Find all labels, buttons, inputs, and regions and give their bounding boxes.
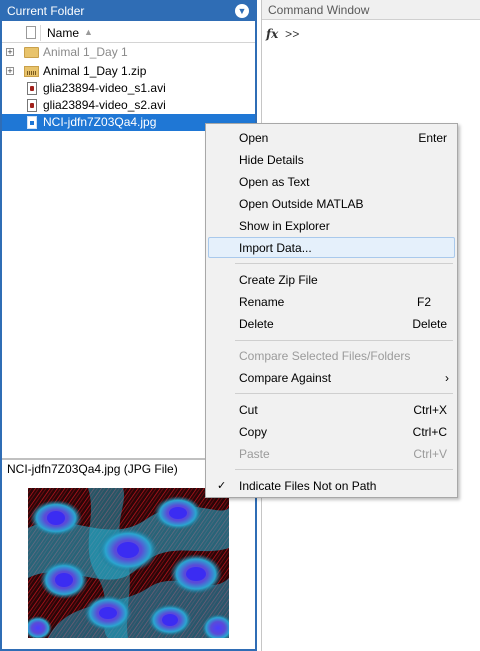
menu-item-label: Indicate Files Not on Path [239, 479, 377, 493]
menu-item-label: Open [239, 131, 269, 145]
menu-item-label: Show in Explorer [239, 219, 330, 233]
menu-item-shortcut: Enter [418, 131, 447, 145]
menu-item-indicate-files-not-on-path[interactable]: ✓ Indicate Files Not on Path [208, 476, 455, 497]
menu-separator [235, 393, 453, 394]
expand-plus-icon[interactable]: + [6, 48, 14, 57]
file-type-column-icon[interactable] [26, 26, 36, 39]
image-file-icon [27, 116, 37, 129]
menu-item-shortcut: Ctrl+X [413, 403, 447, 417]
file-name: glia23894-video_s1.avi [43, 81, 166, 95]
menu-item-label: Open as Text [239, 175, 310, 189]
image-preview [28, 488, 229, 638]
menu-item-open[interactable]: Open Enter [208, 128, 455, 149]
menu-item-cut[interactable]: Cut Ctrl+X [208, 400, 455, 421]
file-name: Animal 1_Day 1 [43, 45, 128, 59]
current-folder-title: Current Folder [7, 4, 85, 18]
menu-item-label: Delete [239, 317, 274, 331]
file-row-animal-folder[interactable]: + Animal 1_Day 1 [2, 44, 255, 61]
file-name: NCI-jdfn7Z03Qa4.jpg [43, 115, 157, 129]
menu-item-shortcut: Ctrl+C [412, 425, 447, 439]
menu-item-shortcut: Delete [412, 317, 447, 331]
menu-item-open-outside-matlab[interactable]: Open Outside MATLAB [208, 194, 455, 215]
menu-item-shortcut: F2 [416, 295, 431, 309]
zip-folder-icon [24, 66, 39, 77]
menu-item-delete[interactable]: Delete Delete [208, 314, 455, 335]
menu-item-label: Import Data... [239, 241, 312, 255]
menu-item-compare-against[interactable]: Compare Against › [208, 368, 455, 389]
menu-item-shortcut: Ctrl+V [413, 447, 447, 461]
menu-item-label: Open Outside MATLAB [239, 197, 364, 211]
menu-separator [235, 469, 453, 470]
menu-item-hide-details[interactable]: Hide Details [208, 150, 455, 171]
video-file-icon [27, 99, 37, 112]
video-file-icon [27, 82, 37, 95]
details-title: NCI-jdfn7Z03Qa4.jpg (JPG File) [7, 462, 178, 476]
function-browser-icon[interactable]: fx [266, 27, 278, 41]
file-name: Animal 1_Day 1.zip [43, 64, 147, 78]
chevron-right-icon: › [445, 371, 449, 385]
column-divider[interactable] [40, 25, 41, 41]
folder-icon [24, 47, 39, 58]
cell-microscopy-image [28, 488, 229, 638]
checkmark-icon: ✓ [217, 480, 227, 492]
file-row-video-s2[interactable]: glia23894-video_s2.avi [2, 97, 255, 114]
file-name: glia23894-video_s2.avi [43, 98, 166, 112]
current-folder-title-bar[interactable]: Current Folder ▼ [2, 2, 255, 21]
context-menu: Open Enter Hide Details Open as Text Ope… [205, 123, 458, 498]
menu-item-copy[interactable]: Copy Ctrl+C [208, 422, 455, 443]
menu-item-create-zip[interactable]: Create Zip File [208, 270, 455, 291]
chevron-down-circle-icon[interactable]: ▼ [235, 4, 249, 18]
menu-item-rename[interactable]: Rename F2 [208, 292, 455, 313]
menu-item-label: Cut [239, 403, 258, 417]
menu-item-label: Copy [239, 425, 268, 439]
sort-ascending-icon[interactable]: ▲ [84, 27, 93, 37]
menu-item-paste: Paste Ctrl+V [208, 444, 455, 465]
menu-separator [235, 263, 453, 264]
menu-item-compare-selected: Compare Selected Files/Folders [208, 346, 455, 367]
command-window-title[interactable]: Command Window [262, 0, 480, 20]
menu-item-open-as-text[interactable]: Open as Text [208, 172, 455, 193]
file-list-header: Name ▲ [2, 23, 255, 43]
command-prompt[interactable]: >> [285, 28, 299, 42]
menu-item-label: Create Zip File [239, 273, 318, 287]
expand-plus-icon[interactable]: + [6, 67, 14, 76]
menu-item-label: Compare Against [239, 371, 332, 385]
menu-item-label: Paste [239, 447, 270, 461]
name-column-header[interactable]: Name [47, 26, 79, 40]
file-row-video-s1[interactable]: glia23894-video_s1.avi [2, 80, 255, 97]
menu-item-label: Compare Selected Files/Folders [239, 349, 411, 363]
menu-separator [235, 340, 453, 341]
menu-item-label: Hide Details [239, 153, 304, 167]
menu-item-label: Rename [239, 295, 285, 309]
file-row-animal-zip[interactable]: + Animal 1_Day 1.zip [2, 63, 255, 80]
menu-item-import-data[interactable]: Import Data... [208, 237, 455, 258]
menu-item-show-in-explorer[interactable]: Show in Explorer [208, 216, 455, 237]
